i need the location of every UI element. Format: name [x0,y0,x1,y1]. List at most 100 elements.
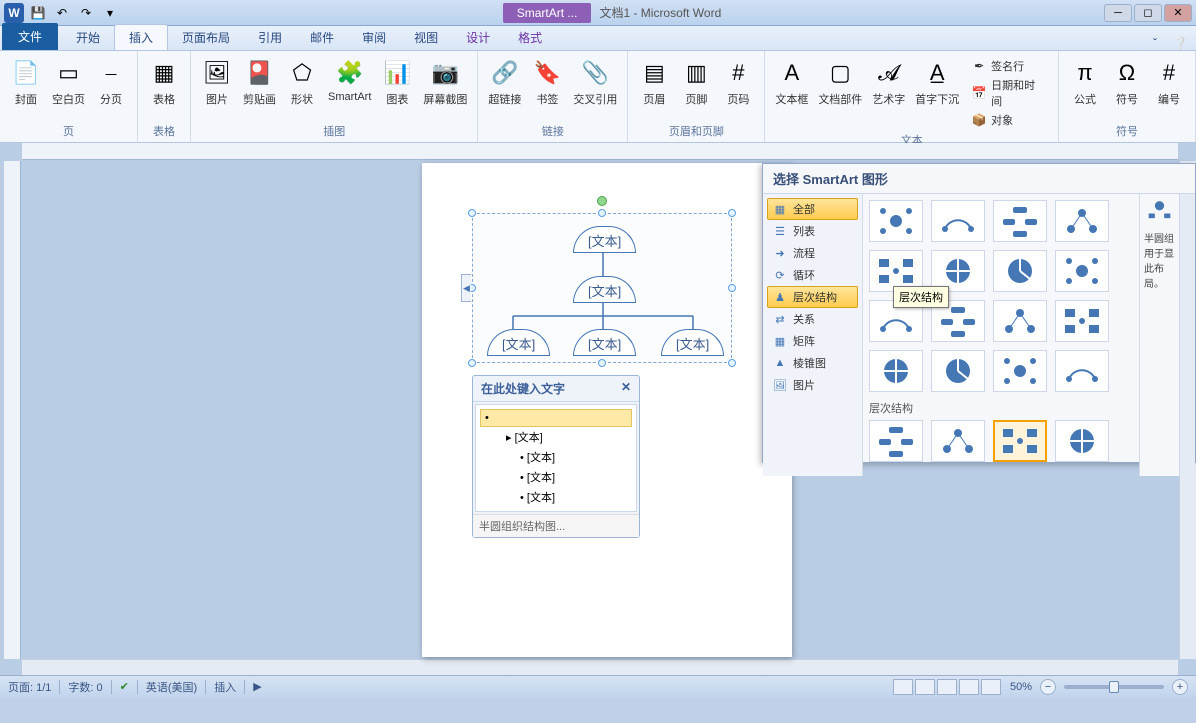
zoom-level[interactable]: 50% [1010,681,1032,693]
tab-mailings[interactable]: 邮件 [296,25,348,50]
textpane-body[interactable]: • ▸ [文本] • [文本] • [文本] • [文本] [475,404,637,512]
redo-icon[interactable]: ↷ [76,3,96,23]
picker-layout-thumb[interactable] [1055,420,1109,462]
smartart-node[interactable]: [文本] [487,329,550,356]
help-icon[interactable]: ❔ [1165,36,1196,50]
picker-layout-thumb[interactable] [869,350,923,392]
picker-layout-thumb[interactable] [931,350,985,392]
ribbon-button-页码[interactable]: #页码 [718,55,758,109]
tab-review[interactable]: 审阅 [348,25,400,50]
view-web-icon[interactable] [937,679,957,695]
ribbon-button-页眉[interactable]: ▤页眉 [634,55,674,109]
tab-home[interactable]: 开始 [62,25,114,50]
ribbon-button-公式[interactable]: π公式 [1065,55,1105,109]
picker-category-关系[interactable]: ⇄关系 [767,308,858,330]
textpane-item[interactable]: • [文本] [480,487,632,507]
ribbon-button-屏幕截图[interactable]: 📷屏幕截图 [419,55,471,109]
picker-category-流程[interactable]: ➜流程 [767,242,858,264]
horizontal-scrollbar[interactable] [22,659,1178,675]
picker-layout-thumb[interactable] [869,200,923,242]
ribbon-button-封面[interactable]: 📄封面 [6,55,46,109]
status-insert-mode[interactable]: 插入 [214,679,236,695]
ribbon-button-形状[interactable]: ⬠形状 [282,55,322,109]
picker-layout-thumb[interactable] [993,300,1047,342]
view-draft-icon[interactable] [981,679,1001,695]
tab-page-layout[interactable]: 页面布局 [168,25,244,50]
undo-icon[interactable]: ↶ [52,3,72,23]
ribbon-button-符号[interactable]: Ω符号 [1107,55,1147,109]
view-outline-icon[interactable] [959,679,979,695]
picker-layout-thumb[interactable] [931,200,985,242]
zoom-slider[interactable] [1064,685,1164,689]
picker-layout-thumb[interactable] [993,200,1047,242]
textpane-item[interactable]: ▸ [文本] [480,427,632,447]
picker-category-矩阵[interactable]: ▦矩阵 [767,330,858,352]
document-page[interactable]: [文本] [文本] [文本] [文本] [文本] ◀ 在此处键入文字 ✕ • ▸… [422,163,792,657]
ribbon-button-分页[interactable]: ⎯分页 [91,55,131,109]
status-page[interactable]: 页面: 1/1 [8,679,51,695]
textpane-close-icon[interactable]: ✕ [621,380,631,397]
ribbon-button-文档部件[interactable]: ▢文档部件 [814,55,866,109]
maximize-button[interactable]: ◻ [1134,4,1162,22]
picker-category-列表[interactable]: ☰列表 [767,220,858,242]
status-language[interactable]: 英语(美国) [146,679,197,695]
smartart-node[interactable]: [文本] [573,226,636,253]
proofing-icon[interactable]: ✔ [120,680,129,693]
ribbon-button-交叉引用[interactable]: 📎交叉引用 [569,55,621,109]
picker-layout-thumb[interactable] [1055,350,1109,392]
ribbon-small-对象[interactable]: 📦对象 [967,111,1050,129]
picker-layout-thumb[interactable] [993,350,1047,392]
ribbon-button-SmartArt[interactable]: 🧩SmartArt [324,55,375,105]
word-icon[interactable]: W [4,3,24,23]
save-icon[interactable]: 💾 [28,3,48,23]
ribbon-button-首字下沉[interactable]: A̲首字下沉 [911,55,963,109]
close-button[interactable]: ✕ [1164,4,1192,22]
tab-file[interactable]: 文件 [2,23,58,50]
picker-layout-thumb[interactable] [1055,250,1109,292]
view-fullscreen-icon[interactable] [915,679,935,695]
picker-layout-thumb[interactable] [869,420,923,462]
ribbon-button-编号[interactable]: #编号 [1149,55,1189,109]
tab-view[interactable]: 视图 [400,25,452,50]
smartart-node[interactable]: [文本] [573,329,636,356]
picker-category-图片[interactable]: 🖼图片 [767,374,858,396]
macro-record-icon[interactable]: ▶ [253,680,261,693]
smartart-node[interactable]: [文本] [661,329,724,356]
ribbon-button-超链接[interactable]: 🔗超链接 [484,55,525,109]
ribbon-small-签名行[interactable]: ✒签名行 [967,57,1050,75]
picker-scrollbar[interactable] [1179,194,1195,476]
tab-format[interactable]: 格式 [504,25,556,50]
picker-layout-thumb[interactable] [993,420,1047,462]
picker-layout-thumb[interactable] [1055,300,1109,342]
smartart-graphic[interactable]: [文本] [文本] [文本] [文本] [文本] ◀ [472,213,732,363]
ribbon-button-表格[interactable]: ▦表格 [144,55,184,109]
ribbon-button-空白页[interactable]: ▭空白页 [48,55,89,109]
smartart-node[interactable]: [文本] [573,276,636,303]
textpane-toggle-icon[interactable]: ◀ [461,274,471,302]
horizontal-ruler[interactable] [22,143,1178,160]
ribbon-button-页脚[interactable]: ▥页脚 [676,55,716,109]
zoom-in-button[interactable]: + [1172,679,1188,695]
picker-layout-thumb[interactable] [993,250,1047,292]
ribbon-button-图表[interactable]: 📊图表 [377,55,417,109]
picker-category-棱锥图[interactable]: ▲棱锥图 [767,352,858,374]
textpane-item[interactable]: • [文本] [480,447,632,467]
tab-design[interactable]: 设计 [452,25,504,50]
tab-insert[interactable]: 插入 [114,24,168,50]
qat-dropdown-icon[interactable]: ▾ [100,3,120,23]
view-print-layout-icon[interactable] [893,679,913,695]
rotate-handle-icon[interactable] [597,196,607,206]
minimize-button[interactable]: ─ [1104,4,1132,22]
zoom-out-button[interactable]: − [1040,679,1056,695]
picker-layout-thumb[interactable] [931,420,985,462]
ribbon-button-图片[interactable]: 🖼图片 [197,55,237,109]
picker-category-全部[interactable]: ▦全部 [767,198,858,220]
ribbon-button-艺术字[interactable]: 𝓐艺术字 [868,55,909,109]
ribbon-small-日期和时间[interactable]: 📅日期和时间 [967,76,1050,110]
status-wordcount[interactable]: 字数: 0 [68,679,102,695]
vertical-ruler[interactable] [4,161,21,659]
picker-category-循环[interactable]: ⟳循环 [767,264,858,286]
picker-layout-thumb[interactable] [1055,200,1109,242]
tab-references[interactable]: 引用 [244,25,296,50]
textpane-item[interactable]: • [文本] [480,467,632,487]
